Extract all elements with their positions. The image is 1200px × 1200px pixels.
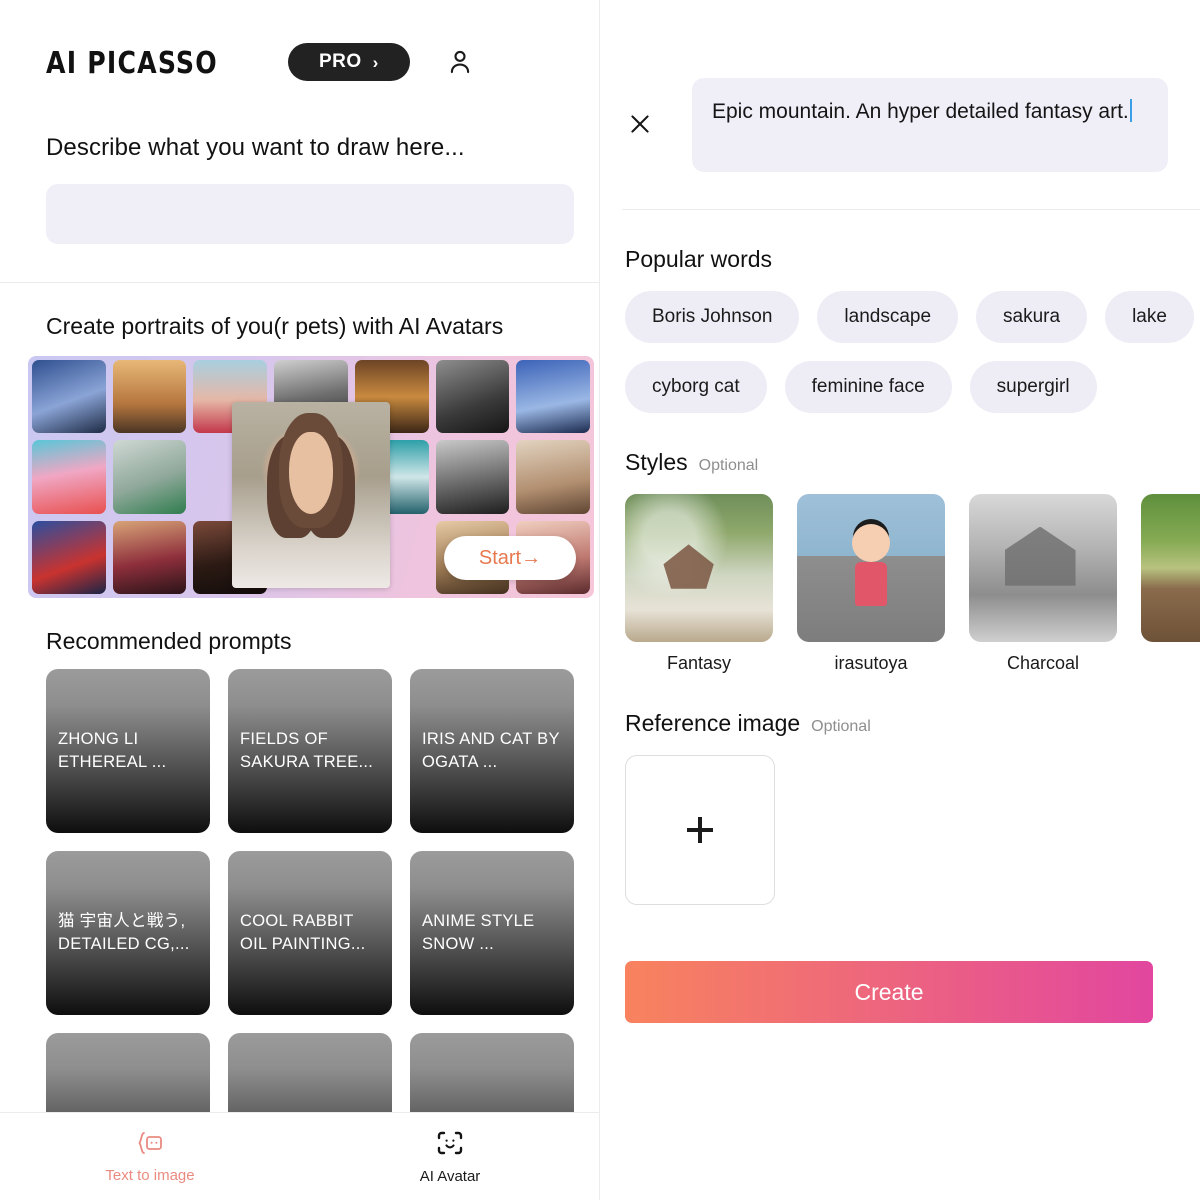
popular-word-chip[interactable]: lake <box>1105 291 1194 343</box>
chevron-right-icon: › <box>372 52 379 72</box>
avatar-thumb <box>516 360 590 434</box>
avatar-hero-portrait <box>232 402 390 588</box>
avatar-thumb <box>32 440 106 514</box>
app-header: AI PICASSO PRO › <box>0 0 599 84</box>
right-panel: Epic mountain. An hyper detailed fantasy… <box>600 0 1200 1200</box>
popular-words-heading: Popular words <box>625 246 1200 273</box>
prompt-text: Epic mountain. An hyper detailed fantasy… <box>712 100 1129 123</box>
style-option[interactable]: 3D <box>1141 494 1200 674</box>
popular-words-title: Popular words <box>625 246 773 272</box>
avatar-thumb <box>112 360 187 434</box>
styles-list: Fantasy irasutoya Charcoal 3D <box>625 494 1200 674</box>
style-label: Charcoal <box>1006 653 1080 673</box>
avatar-thumb <box>435 360 510 434</box>
avatar-thumb <box>32 360 106 434</box>
close-icon[interactable] <box>622 106 658 142</box>
create-button[interactable]: Create <box>625 961 1153 1023</box>
user-account-icon[interactable] <box>444 46 476 78</box>
styles-optional-label: Optional <box>698 457 759 474</box>
popular-word-chip[interactable]: cyborg cat <box>625 361 767 413</box>
styles-heading: Styles Optional <box>625 449 1200 476</box>
popular-word-chip[interactable]: sakura <box>976 291 1088 343</box>
recommended-prompt-label: IRIS AND CAT BY OGATA ... <box>422 730 560 771</box>
recommended-prompt-label: ANIME STYLE SNOW ... <box>422 912 535 953</box>
recommended-prompt-label: ZHONG LI ETHEREAL ... <box>58 730 167 771</box>
pro-label: PRO <box>318 51 362 72</box>
recommended-prompt-card[interactable]: ANIME STYLE SNOW ... <box>410 851 574 1015</box>
style-thumbnail <box>969 494 1117 642</box>
recommended-prompt-card[interactable]: FIELDS OF SAKURA TREE... <box>228 669 392 833</box>
left-prompt-input[interactable] <box>46 184 574 244</box>
reference-image-heading: Reference image Optional <box>625 710 1200 737</box>
reference-image-upload-button[interactable] <box>625 755 775 905</box>
styles-title: Styles <box>625 449 688 475</box>
divider-right-top <box>622 209 1200 210</box>
style-thumbnail <box>797 494 945 642</box>
recommended-prompt-card[interactable]: ZHONG LI ETHEREAL ... <box>46 669 210 833</box>
style-label: irasutoya <box>834 653 908 673</box>
prompt-textarea[interactable]: Epic mountain. An hyper detailed fantasy… <box>692 78 1168 172</box>
avatar-thumb <box>435 440 510 514</box>
ai-avatars-heading: Create portraits of you(r pets) with AI … <box>46 313 504 339</box>
nav-tab-label: Text to image <box>105 1166 195 1184</box>
app-logo: AI PICASSO <box>46 44 218 80</box>
style-thumbnail <box>1141 494 1200 642</box>
nav-tab-text-to-image[interactable]: Text to image <box>0 1130 300 1184</box>
recommended-prompt-card[interactable]: 猫 宇宙人と戦う, DETAILED CG,... <box>46 851 210 1015</box>
recommended-prompt-card[interactable]: COOL RABBIT OIL PAINTING... <box>228 851 392 1015</box>
recommended-prompt-label: 猫 宇宙人と戦う, DETAILED CG,... <box>58 912 190 953</box>
popular-word-chip[interactable]: landscape <box>817 291 959 343</box>
describe-heading: Describe what you want to draw here... <box>46 134 465 161</box>
start-avatars-button[interactable]: Start→ <box>444 536 576 580</box>
recommended-prompt-label: FIELDS OF SAKURA TREE... <box>240 730 374 771</box>
recommended-prompt-label: COOL RABBIT OIL PAINTING... <box>240 912 366 953</box>
left-panel: AI PICASSO PRO › Describe what you want … <box>0 0 600 1200</box>
avatar-thumb <box>32 520 106 594</box>
style-option[interactable]: irasutoya <box>797 494 945 674</box>
popular-words-chip-list: Boris Johnson landscape sakura lake cybo… <box>625 291 1200 413</box>
ai-avatars-banner[interactable]: Start→ <box>28 356 594 598</box>
prompt-editor-row: Epic mountain. An hyper detailed fantasy… <box>600 0 1200 172</box>
popular-word-chip[interactable]: feminine face <box>784 361 952 413</box>
avatar-thumb <box>112 440 187 514</box>
popular-word-chip[interactable]: supergirl <box>969 361 1097 413</box>
style-thumbnail <box>625 494 773 642</box>
nav-tab-ai-avatar[interactable]: AI Avatar <box>300 1129 599 1185</box>
style-option[interactable]: Fantasy <box>625 494 773 674</box>
pro-badge-button[interactable]: PRO › <box>287 43 410 81</box>
text-caret <box>1129 99 1132 122</box>
face-scan-icon <box>435 1129 465 1162</box>
app-root: AI PICASSO PRO › Describe what you want … <box>0 0 1200 1200</box>
style-label: 3D <box>1141 653 1200 674</box>
style-label: Fantasy <box>666 653 732 673</box>
reference-optional-label: Optional <box>811 718 871 735</box>
avatar-thumb <box>516 440 590 514</box>
bottom-navigation: Text to image AI Avatar <box>0 1112 599 1200</box>
reference-image-title: Reference image <box>625 710 801 736</box>
recommended-prompts-heading: Recommended prompts <box>46 628 292 654</box>
style-option[interactable]: Charcoal <box>969 494 1117 674</box>
avatar-thumb <box>112 520 187 594</box>
plus-icon <box>687 817 713 843</box>
nav-tab-label: AI Avatar <box>419 1167 481 1185</box>
text-to-image-icon <box>135 1130 165 1161</box>
popular-word-chip[interactable]: Boris Johnson <box>625 291 800 343</box>
divider-left-top <box>0 282 599 283</box>
recommended-prompt-card[interactable]: IRIS AND CAT BY OGATA ... <box>410 669 574 833</box>
